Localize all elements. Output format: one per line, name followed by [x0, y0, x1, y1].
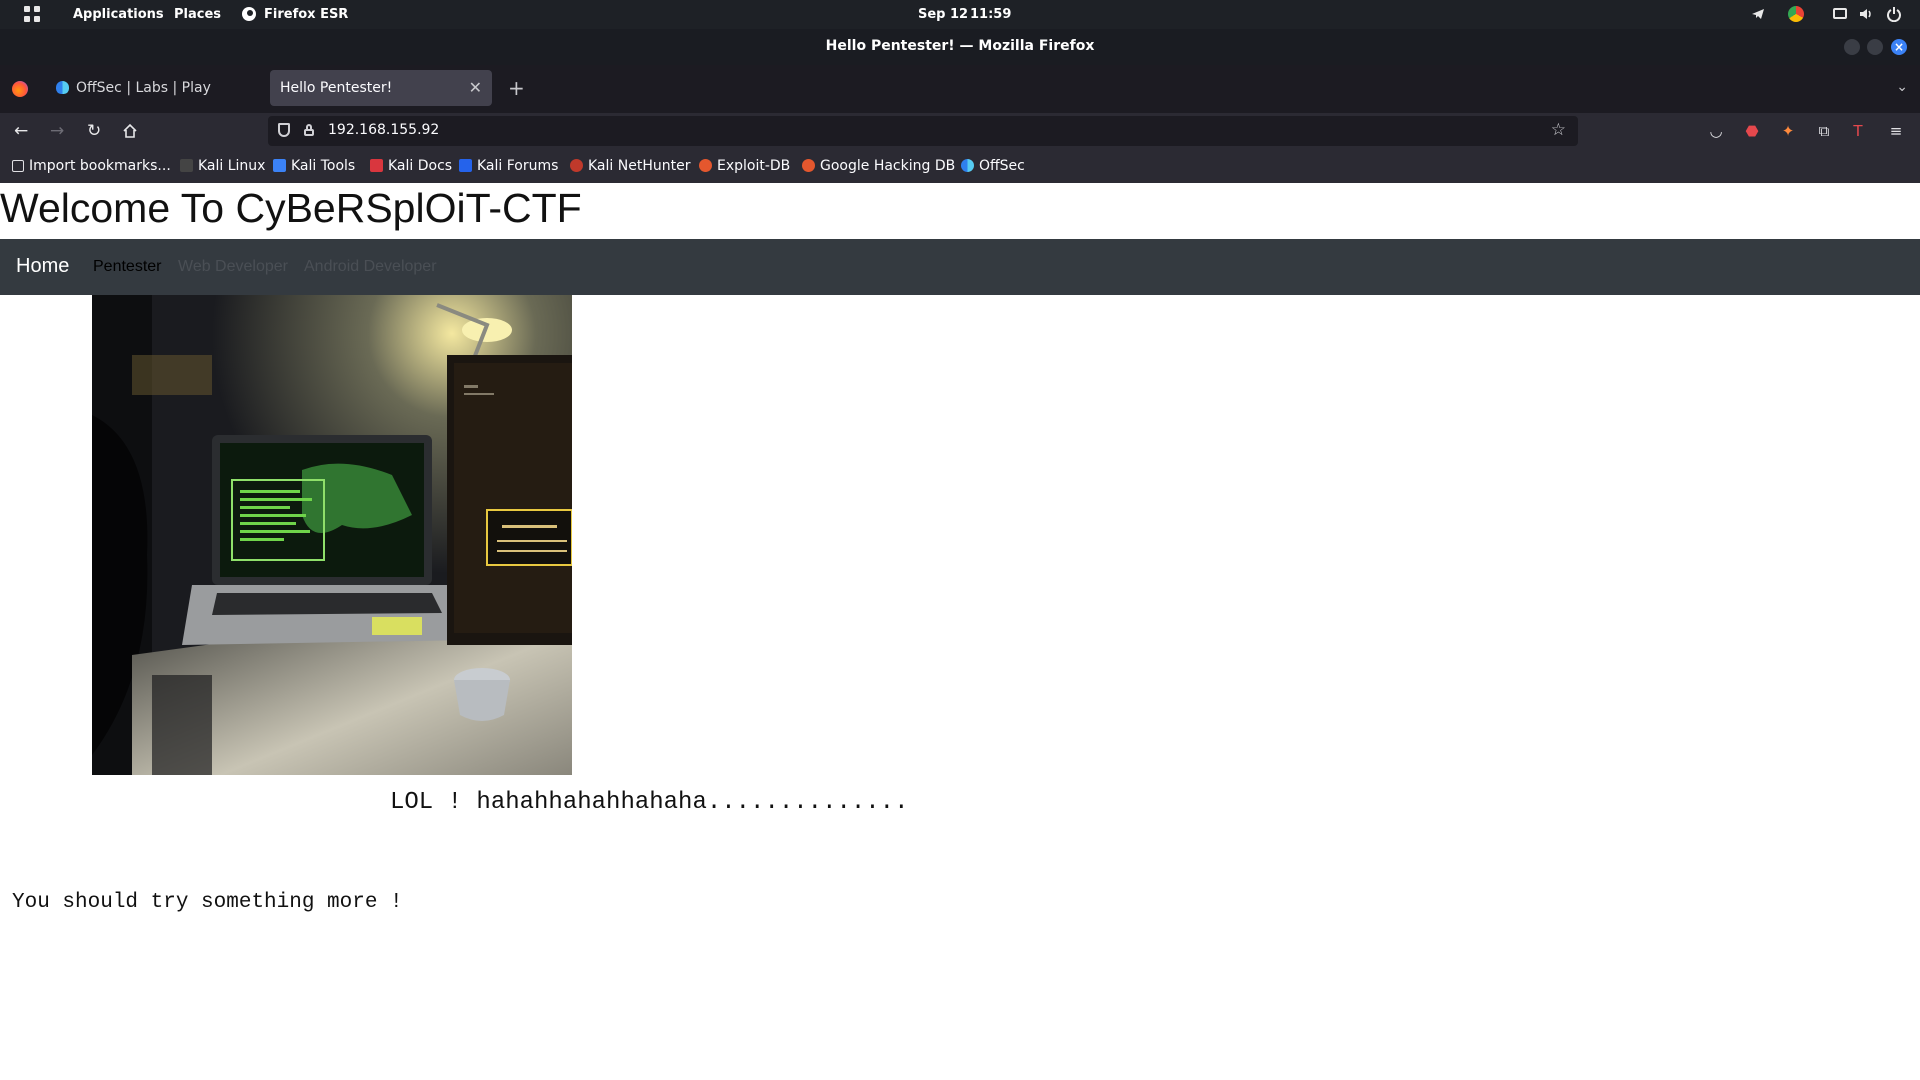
nav-android-developer-link[interactable]: Android Developer	[304, 258, 437, 276]
power-icon[interactable]	[1886, 6, 1902, 22]
wappalyzer-icon[interactable]: T	[1848, 121, 1868, 141]
tab-bar: OffSec | Labs | Play ✕ Hello Pentester! …	[0, 65, 1920, 113]
bookmark-kali-forums[interactable]: Kali Forums	[459, 157, 558, 175]
offsec-icon	[961, 159, 974, 172]
close-window-button[interactable]: ×	[1891, 39, 1907, 55]
bookmark-star-icon[interactable]: ☆	[1551, 120, 1566, 140]
window-titlebar: Hello Pentester! — Mozilla Firefox ×	[0, 29, 1920, 65]
active-app-label[interactable]: Firefox ESR	[264, 7, 348, 23]
menu-hamburger-icon[interactable]: ≡	[1886, 121, 1906, 141]
ghdb-icon	[802, 159, 815, 172]
system-top-panel: Applications Places Firefox ESR Sep 12 1…	[0, 0, 1920, 29]
foxyproxy-icon[interactable]: ✦	[1778, 121, 1798, 141]
nav-web-developer-link[interactable]: Web Developer	[178, 258, 288, 276]
kali-tools-icon	[273, 159, 286, 172]
window-switch-icon[interactable]	[1833, 8, 1847, 19]
url-text[interactable]: 192.168.155.92	[328, 122, 439, 138]
bookmark-offsec[interactable]: OffSec	[961, 157, 1025, 175]
url-bar[interactable]: 192.168.155.92 ☆	[268, 116, 1578, 146]
hacker-workstation-image	[92, 295, 572, 775]
kali-forums-icon	[459, 159, 472, 172]
forward-button[interactable]: →	[50, 121, 64, 141]
tab-label: OffSec | Labs | Play	[76, 80, 211, 96]
close-tab-icon[interactable]: ✕	[469, 78, 482, 97]
lol-message: LOL ! hahahhahahhahaha..............	[390, 789, 909, 816]
nethunter-icon	[570, 159, 583, 172]
pocket-icon[interactable]: ◡	[1706, 121, 1726, 141]
back-button[interactable]: ←	[14, 121, 28, 141]
bookmark-import[interactable]: Import bookmarks...	[12, 157, 171, 175]
kali-dragon-icon	[180, 159, 193, 172]
nav-home-link[interactable]: Home	[16, 255, 69, 278]
ublock-origin-icon[interactable]: ⬣	[1742, 121, 1762, 141]
firefox-view-icon[interactable]	[12, 81, 28, 97]
bookmark-kali-nethunter[interactable]: Kali NetHunter	[570, 157, 690, 175]
reload-button[interactable]: ↻	[87, 121, 101, 141]
time-label[interactable]: 11:59	[970, 7, 1011, 23]
window-title: Hello Pentester! — Mozilla Firefox	[825, 38, 1095, 54]
offsec-favicon-icon	[56, 81, 69, 94]
new-tab-button[interactable]: +	[508, 76, 525, 100]
import-icon	[12, 160, 24, 172]
kali-docs-icon	[370, 159, 383, 172]
bookmark-kali-docs[interactable]: Kali Docs	[370, 157, 452, 175]
nav-pentester-link[interactable]: Pentester	[93, 258, 161, 276]
extensions-icon[interactable]: ⧉	[1814, 121, 1834, 141]
web-page: Welcome To CyBeRSplOiT-CTF Home Penteste…	[0, 183, 1920, 1080]
list-all-tabs-button[interactable]: ⌄	[1896, 79, 1908, 95]
bookmark-exploit-db[interactable]: Exploit-DB	[699, 157, 790, 175]
chrome-icon[interactable]	[1788, 6, 1804, 22]
firefox-icon	[242, 7, 256, 21]
app-grid-icon[interactable]	[24, 6, 42, 24]
tracking-protection-shield-icon[interactable]	[278, 123, 290, 137]
bookmark-kali-tools[interactable]: Kali Tools	[273, 157, 355, 175]
try-more-message: You should try something more !	[12, 891, 403, 914]
applications-menu[interactable]: Applications	[73, 7, 164, 23]
date-label[interactable]: Sep 12	[918, 7, 968, 23]
lock-icon[interactable]	[304, 124, 314, 136]
minimize-button[interactable]	[1844, 39, 1860, 55]
volume-icon[interactable]	[1858, 6, 1874, 22]
places-menu[interactable]: Places	[174, 7, 221, 23]
exploit-db-icon	[699, 159, 712, 172]
home-button[interactable]	[122, 123, 138, 139]
page-title: Welcome To CyBeRSplOiT-CTF	[0, 185, 582, 231]
maximize-button[interactable]	[1867, 39, 1883, 55]
tab-offsec[interactable]: OffSec | Labs | Play ✕	[44, 70, 298, 106]
bookmarks-toolbar: Import bookmarks... Kali Linux Kali Tool…	[0, 149, 1920, 184]
bookmark-ghdb[interactable]: Google Hacking DB	[802, 157, 955, 175]
site-navbar: Home Pentester Web Developer Android Dev…	[0, 239, 1920, 295]
bookmark-kali-linux[interactable]: Kali Linux	[180, 157, 265, 175]
tab-hello-pentester[interactable]: Hello Pentester! ✕	[270, 70, 492, 106]
telegram-icon[interactable]	[1750, 6, 1766, 22]
tab-label: Hello Pentester!	[280, 80, 393, 96]
navigation-toolbar: ← → ↻ 192.168.155.92 ☆ ◡ ⬣ ✦ ⧉ T ≡	[0, 113, 1920, 149]
